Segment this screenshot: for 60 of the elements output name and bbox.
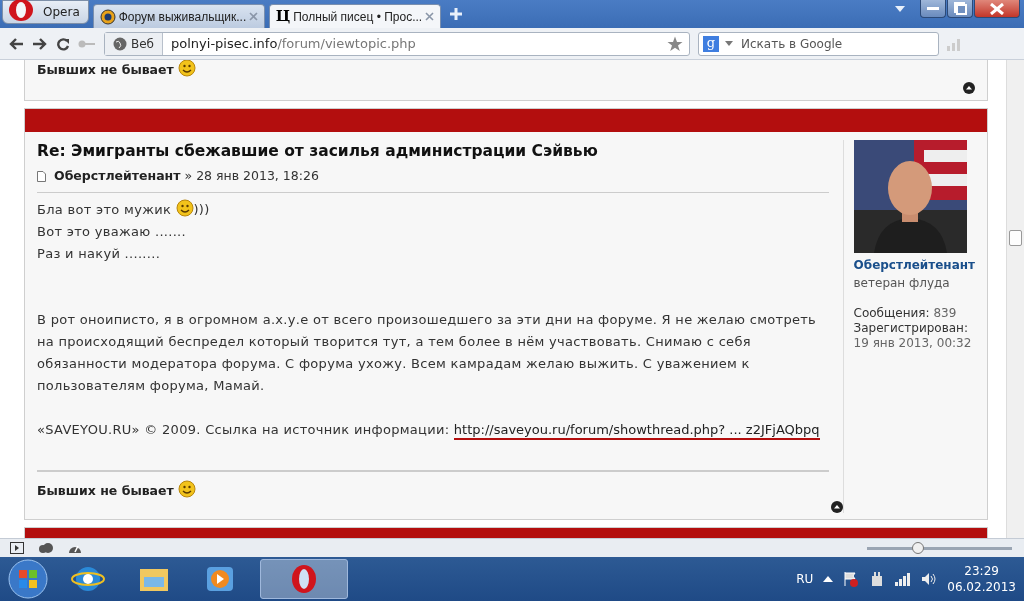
post-text: В рот оноиписто, я в огромном а.х.у.е от всего произошедшего за эти дни на форуме. Я не желаю смотреть на происходящий беспредел который творится тут, а тем более в нём участвовать. Снимаю с себя обязанности модератора форума. С форума ухожу. Всем камрадам желаю выжить. С уважением к пользователям форума, Мамай. — [37, 311, 818, 395]
globe-icon — [99, 8, 116, 25]
url-text: polnyi-pisec.info/forum/viewtopic.php — [170, 34, 417, 53]
post-text: Раз и накуй ........ — [37, 245, 162, 263]
globe-icon — [113, 36, 127, 51]
close-icon[interactable] — [424, 12, 434, 21]
close-icon — [990, 2, 1004, 15]
clock-date: 06.02.2013 — [947, 579, 1016, 595]
smiley-icon — [178, 480, 197, 499]
reload-icon[interactable] — [56, 36, 70, 51]
caret-icon[interactable] — [725, 41, 733, 46]
profile-name-link[interactable]: Оберстлейтенант — [853, 256, 975, 274]
minimize-icon — [927, 7, 939, 10]
profile-stat: Зарегистрирован: 19 янв 2013, 00:32 — [853, 321, 973, 351]
opera-taskbar-icon[interactable] — [260, 559, 348, 599]
document-icon — [37, 171, 46, 183]
minimize-button[interactable] — [920, 0, 946, 18]
search-engine-icon[interactable]: g — [703, 35, 719, 52]
browser-tab[interactable]: Ц Полный писец • Прос... — [268, 4, 441, 28]
restore-icon — [953, 2, 967, 15]
start-button[interactable] — [8, 559, 48, 599]
restore-button[interactable] — [947, 0, 973, 18]
action-center-flag-icon[interactable] — [843, 571, 860, 587]
bookmark-star-icon[interactable] — [667, 35, 683, 52]
opera-menu-button[interactable]: Opera — [2, 0, 89, 24]
smiley-icon — [178, 60, 197, 78]
search-box[interactable]: g Искать в Google — [698, 31, 939, 56]
signal-icon — [947, 36, 963, 51]
source-link[interactable]: http://saveyou.ru/forum/showthread.php? ... z2JFjAQbpq — [453, 422, 820, 440]
post-text: «SAVEYOU.RU» © 2009. Ссылка на источник информации: — [37, 422, 451, 437]
network-signal-icon[interactable] — [895, 572, 912, 586]
forward-icon[interactable] — [32, 36, 48, 51]
signature-text: Бывших не бывает — [37, 60, 197, 80]
profile-stat: Сообщения: 839 — [853, 306, 958, 321]
clock-time: 23:29 — [963, 563, 1000, 579]
opera-logo-icon — [7, 0, 35, 21]
close-button[interactable] — [974, 0, 1020, 18]
signature-text: Бывших не бывает — [37, 476, 829, 501]
post-date: » 28 янв 2013, 18:26 — [184, 167, 319, 186]
post-text: Бла вот это мужик ))) — [37, 199, 829, 221]
show-hidden-icons-icon[interactable] — [823, 576, 834, 582]
language-indicator[interactable]: RU — [796, 570, 814, 588]
tab-list-icon[interactable] — [895, 6, 905, 12]
post-text: Вот это уважаю ....... — [37, 223, 187, 241]
cloud-icon[interactable] — [38, 543, 54, 553]
user-rank: ветеран флуда — [853, 275, 951, 292]
web-badge[interactable]: Веб — [105, 32, 163, 55]
panel-toggle-icon[interactable] — [10, 542, 24, 554]
address-field[interactable]: Веб polnyi-pisec.info/forum/viewtopic.php — [104, 31, 690, 56]
author-link[interactable]: Оберстлейтенант — [54, 167, 181, 186]
browser-tab[interactable]: Форум выживальщик... — [92, 4, 265, 28]
scrollbar[interactable] — [1006, 60, 1024, 538]
speaker-icon[interactable] — [921, 572, 938, 586]
back-icon[interactable] — [8, 36, 24, 51]
smiley-icon — [175, 199, 194, 217]
favicon-letter: Ц — [275, 6, 291, 28]
back-to-top-icon[interactable] — [830, 501, 843, 513]
back-to-top-icon[interactable] — [963, 82, 975, 94]
post-title: Re: Эмигранты сбежавшие от засилья администрации Сэйвью — [37, 141, 599, 162]
new-tab-icon[interactable] — [448, 7, 463, 21]
